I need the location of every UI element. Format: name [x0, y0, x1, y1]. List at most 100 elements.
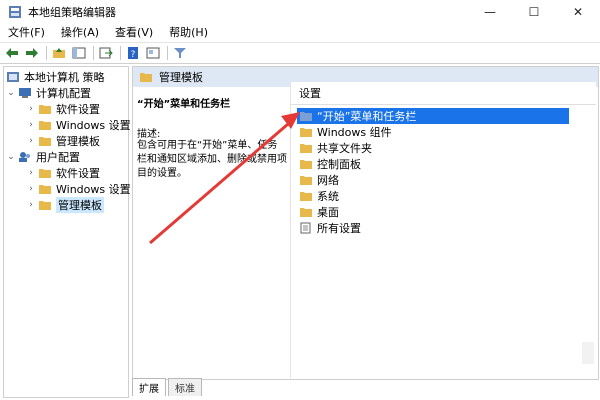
folder-icon [300, 176, 312, 185]
app-icon [9, 6, 21, 18]
settings-item-start-menu[interactable]: “开始”菜单和任务栏 [297, 108, 569, 124]
forward-button[interactable] [24, 45, 40, 61]
chevron-right-icon[interactable]: › [26, 184, 36, 194]
description-text: 包含可用于在“开始”菜单、任务栏和通知区域添加、删除或禁用项目的设置。 [137, 140, 287, 179]
settings-list-panel: 设置 “开始”菜单和任务栏 Windows 组件 共享文件夹 控制面板 网络 系… [290, 82, 596, 378]
tree-item-label: Windows 设置 [56, 119, 131, 132]
computer-icon [19, 88, 31, 98]
filter-icon [174, 48, 186, 58]
folder-icon [39, 121, 51, 130]
folder-icon [140, 73, 152, 82]
settings-item-shared-folders[interactable]: 共享文件夹 [299, 140, 372, 156]
settings-item-desktop[interactable]: 桌面 [299, 204, 339, 220]
settings-header-label: 设置 [299, 87, 321, 100]
help-icon: ? [128, 47, 138, 59]
settings-column-header[interactable]: 设置 [291, 82, 596, 105]
settings-item-label: Windows 组件 [317, 126, 392, 139]
properties-button[interactable] [145, 45, 161, 61]
tree-computer-config[interactable]: ⌄ 计算机配置 [6, 85, 91, 101]
settings-item-label: 系统 [317, 190, 339, 203]
tree-computer-windows[interactable]: › Windows 设置 [26, 117, 131, 133]
tree-item-label: 软件设置 [56, 167, 100, 180]
computer-policy-icon [7, 72, 19, 82]
folder-icon [39, 169, 51, 178]
content-header-title: 管理模板 [159, 71, 203, 84]
tab-standard[interactable]: 标准 [168, 378, 202, 396]
menu-help[interactable]: 帮助(H) [161, 24, 216, 42]
menu-action[interactable]: 操作(A) [53, 24, 107, 42]
folder-icon [300, 192, 312, 201]
settings-folder-icon [300, 112, 312, 121]
folder-icon [300, 144, 312, 153]
up-folder-icon [53, 48, 65, 58]
menu-bar: 文件(F) 操作(A) 查看(V) 帮助(H) [0, 24, 600, 43]
tab-extended[interactable]: 扩展 [132, 378, 166, 396]
tree-computer-config-label: 计算机配置 [36, 87, 91, 100]
svg-text:?: ? [131, 50, 136, 59]
chevron-right-icon[interactable]: › [26, 168, 36, 178]
settings-item-label: 桌面 [317, 206, 339, 219]
tree-user-windows[interactable]: › Windows 设置 [26, 181, 131, 197]
chevron-right-icon[interactable]: › [26, 200, 36, 210]
settings-item-windows-components[interactable]: Windows 组件 [299, 124, 392, 140]
user-icon [19, 152, 30, 162]
folder-icon [39, 105, 51, 114]
settings-item-label: “开始”菜单和任务栏 [317, 110, 417, 123]
window-title: 本地组策略编辑器 [28, 6, 116, 19]
export-button[interactable] [98, 45, 114, 61]
menu-file[interactable]: 文件(F) [0, 24, 53, 42]
properties-icon [146, 47, 160, 59]
window-controls: — ☐ ✕ [468, 0, 600, 24]
filter-button[interactable] [172, 45, 188, 61]
toolbar-separator [120, 46, 121, 60]
tree-item-label: 管理模板 [56, 135, 100, 148]
tree-root-label: 本地计算机 策略 [24, 71, 105, 84]
view-tabs: 扩展 标准 [132, 378, 597, 396]
folder-icon [39, 185, 51, 194]
chevron-down-icon[interactable]: ⌄ [6, 88, 16, 98]
minimize-button[interactable]: — [468, 0, 512, 24]
tree-item-label: Windows 设置 [56, 183, 131, 196]
chevron-down-icon[interactable]: ⌄ [6, 152, 16, 162]
show-tree-button[interactable] [71, 45, 87, 61]
tree-user-admin-templates[interactable]: › 管理模板 [26, 197, 104, 213]
tree-item-label: 管理模板 [56, 197, 104, 213]
tree-computer-admin-templates[interactable]: › 管理模板 [26, 133, 100, 149]
chevron-right-icon[interactable]: › [26, 136, 36, 146]
tree-pane-icon [72, 47, 86, 59]
help-button[interactable]: ? [125, 45, 141, 61]
settings-item-label: 控制面板 [317, 158, 361, 171]
tree-user-config[interactable]: ⌄ 用户配置 [6, 149, 80, 165]
tree-root[interactable]: 本地计算机 策略 [6, 69, 105, 85]
tree-item-label: 软件设置 [56, 103, 100, 116]
folder-icon [300, 128, 312, 137]
forward-arrow-icon [26, 48, 38, 58]
folder-icon [300, 208, 312, 217]
back-arrow-icon [6, 48, 18, 58]
toolbar-separator [167, 46, 168, 60]
up-folder-button[interactable] [51, 45, 67, 61]
settings-item-network[interactable]: 网络 [299, 172, 339, 188]
folder-icon [39, 137, 51, 146]
tree-user-software[interactable]: › 软件设置 [26, 165, 100, 181]
toolbar: ? [0, 43, 600, 64]
chevron-right-icon[interactable]: › [26, 104, 36, 114]
settings-item-label: 网络 [317, 174, 339, 187]
vertical-scrollbar[interactable] [582, 342, 594, 364]
toolbar-separator [46, 46, 47, 60]
menu-view[interactable]: 查看(V) [107, 24, 161, 42]
settings-item-control-panel[interactable]: 控制面板 [299, 156, 361, 172]
back-button[interactable] [4, 45, 20, 61]
toolbar-separator [93, 46, 94, 60]
close-button[interactable]: ✕ [556, 0, 600, 24]
description-label: 描述: [137, 129, 161, 140]
settings-item-system[interactable]: 系统 [299, 188, 339, 204]
settings-item-all-settings[interactable]: 所有设置 [299, 220, 361, 236]
chevron-right-icon[interactable]: › [26, 120, 36, 130]
tree-computer-software[interactable]: › 软件设置 [26, 101, 100, 117]
description-title: “开始”菜单和任务栏 [137, 99, 231, 110]
folder-icon [39, 201, 51, 210]
tree-pane: 本地计算机 策略 ⌄ 计算机配置 › 软件设置 › Windows 设置 › 管… [3, 66, 131, 398]
folder-icon [300, 160, 312, 169]
maximize-button[interactable]: ☐ [512, 0, 556, 24]
